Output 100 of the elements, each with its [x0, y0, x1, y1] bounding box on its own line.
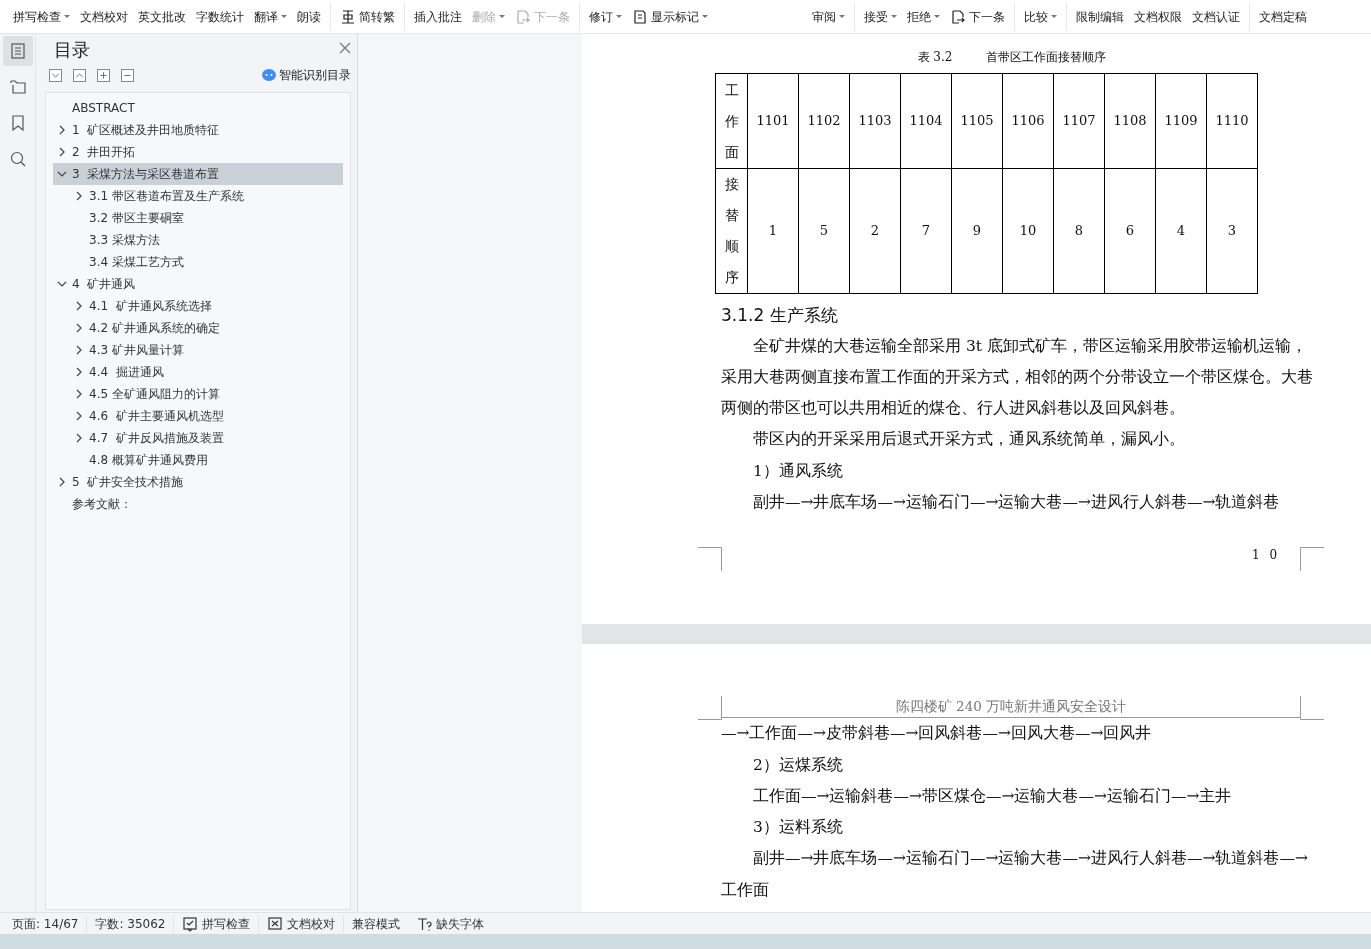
toc-item[interactable]: 3.1 带区巷道布置及生产系统: [53, 185, 343, 207]
toc-item[interactable]: 4.5 全矿通风阻力的计算: [53, 383, 343, 405]
dropdown-caret-icon: [616, 15, 622, 18]
dropdown-caret-icon: [839, 15, 845, 18]
toolbar-button[interactable]: 比较: [1019, 5, 1062, 28]
toc-item[interactable]: 3.2 带区主要硐室: [53, 207, 343, 229]
panel-title: 目录: [53, 37, 90, 62]
dropdown-caret-icon: [934, 15, 940, 18]
proofread-icon: [267, 915, 284, 932]
toolbar-button[interactable]: 显示标记: [627, 5, 713, 28]
page-number: 1 0: [1252, 547, 1281, 564]
close-icon: [339, 42, 351, 54]
remove-level-button[interactable]: [121, 68, 134, 82]
table-cell: 1105: [951, 73, 1003, 169]
toolbar-button[interactable]: 下一条: [945, 5, 1010, 28]
next-icon: [515, 8, 531, 25]
table-cell: 1110: [1206, 73, 1258, 169]
table-cell: 1102: [798, 73, 850, 169]
toolbar-button[interactable]: 朗读: [292, 5, 326, 28]
toc-item[interactable]: 4.8 概算矿井通风费用: [53, 449, 343, 471]
section-heading: 3.1.2 生产系统: [721, 304, 839, 327]
crop-mark: [1300, 547, 1324, 571]
status-button[interactable]: 缺失字体: [408, 914, 493, 933]
font-icon: [416, 915, 433, 932]
folder-list-icon: [8, 78, 27, 96]
toc-item[interactable]: 4.7 矿井反风措施及装置: [53, 427, 343, 449]
table-cell: 1: [747, 168, 799, 294]
smart-toc-link[interactable]: 智能识别目录: [262, 66, 351, 84]
markup-icon: [632, 8, 648, 25]
toolbar-button[interactable]: 翻译: [249, 5, 292, 28]
collapse-all-button[interactable]: [73, 68, 86, 82]
contents-icon: [8, 42, 27, 60]
expand-all-button[interactable]: [49, 68, 62, 82]
toolbar-button[interactable]: 简转繁: [335, 5, 400, 28]
toolbar-button[interactable]: 文档定稿: [1254, 5, 1312, 28]
status-text: 字数: 35062: [87, 914, 175, 933]
paragraph: 工作面—→运输斜巷—→带区煤仓—→运输大巷—→运输石门—→主井: [752, 785, 1233, 807]
crop-mark: [1300, 696, 1324, 720]
toolbar-button[interactable]: 审阅: [807, 5, 850, 28]
toc-item[interactable]: 3 采煤方法与采区巷道布置: [53, 163, 343, 185]
paragraph: 3）运料系统: [752, 817, 844, 839]
toc-item[interactable]: 4.3 矿井风量计算: [53, 339, 343, 361]
table-cell: 5: [798, 168, 850, 294]
toolbar-button[interactable]: 拼写检查: [8, 5, 75, 28]
toc-item[interactable]: ABSTRACT: [53, 97, 343, 119]
toolbar-button[interactable]: 英文批改: [133, 5, 191, 28]
status-button[interactable]: 文档校对: [259, 914, 345, 933]
toc-item[interactable]: 1 矿区概述及井田地质特征: [53, 119, 343, 141]
toc-item[interactable]: 4 矿井通风: [53, 273, 343, 295]
toc-item[interactable]: 4.6 矿井主要通风机选型: [53, 405, 343, 427]
status-text: 页面: 14/67: [4, 914, 88, 933]
dropdown-caret-icon: [499, 15, 505, 18]
toolbar-button[interactable]: 修订: [584, 5, 627, 28]
table-cell: 1103: [849, 73, 901, 169]
dropdown-caret-icon: [1051, 15, 1057, 18]
toolbar-button[interactable]: 文档校对: [75, 5, 133, 28]
crop-mark: [698, 696, 722, 720]
toolbar-button[interactable]: 文档权限: [1129, 5, 1187, 28]
dropdown-caret-icon: [281, 15, 287, 18]
toc-item[interactable]: 参考文献：: [53, 493, 343, 515]
toolbar-button[interactable]: 文档认证: [1187, 5, 1245, 28]
toolbar-button[interactable]: 限制编辑: [1071, 5, 1129, 28]
paragraph: 1）通风系统: [752, 460, 844, 482]
add-level-button[interactable]: [97, 68, 110, 82]
toolbar-button[interactable]: 接受: [859, 5, 902, 28]
paragraph: 全矿井煤的大巷运输全部采用 3t 底卸式矿车，带区运输采用胶带运输机运输，采用大巷两侧直接布置工作面的开采方式，相邻的两个分带设立一个带区煤仓。大巷两侧的带区也可以共用相近的煤仓、行人进风斜巷以及回风斜巷。: [721, 335, 1313, 420]
table-row-header: 接替顺序: [715, 168, 748, 294]
close-button[interactable]: [339, 42, 351, 56]
table-cell: 4: [1155, 168, 1207, 294]
toc-item[interactable]: 4.2 矿井通风系统的确定: [53, 317, 343, 339]
toolbar-button[interactable]: 插入批注: [409, 5, 467, 28]
table-cell: 3: [1206, 168, 1258, 294]
table-cell: 8: [1053, 168, 1105, 294]
toc-item[interactable]: 2 井田开拓: [53, 141, 343, 163]
status-text: 兼容模式: [351, 915, 402, 933]
plus-icon: [98, 69, 109, 81]
toc-item[interactable]: 5 矿井安全技术措施: [53, 471, 343, 493]
paragraph: 2）运煤系统: [752, 754, 844, 776]
toc-item[interactable]: 4.4 掘进通风: [53, 361, 343, 383]
table-cell: 1107: [1053, 73, 1105, 169]
spellcheck-icon: [182, 915, 199, 932]
sidebar-tab[interactable]: [2, 36, 33, 66]
convert-icon: [340, 8, 356, 25]
smart-icon: [262, 69, 276, 81]
toc-item[interactable]: 3.3 采煤方法: [53, 229, 343, 251]
toc-item[interactable]: 4.1 矿井通风系统选择: [53, 295, 343, 317]
page-header: 陈四楼矿 240 万吨新井通风安全设计: [721, 696, 1301, 719]
table-cell: 1109: [1155, 73, 1207, 169]
table-caption-number: 表 3.2: [917, 49, 953, 66]
dropdown-caret-icon: [64, 15, 70, 18]
table-cell: 2: [849, 168, 901, 294]
table-cell: 9: [951, 168, 1003, 294]
paragraph: 带区内的开采采用后退式开采方式，通风系统简单，漏风小。: [752, 429, 1186, 451]
paragraph: 副井—→井底车场—→运输石门—→运输大巷—→进风行人斜巷—→轨道斜巷—→工作面: [721, 848, 1309, 901]
toolbar-button[interactable]: 字数统计: [191, 5, 249, 28]
toc-item[interactable]: 3.4 采煤工艺方式: [53, 251, 343, 273]
search-icon: [8, 150, 27, 168]
toolbar-button[interactable]: 拒绝: [902, 5, 945, 28]
status-button[interactable]: 拼写检查: [174, 914, 260, 933]
table-cell: 10: [1002, 168, 1054, 294]
